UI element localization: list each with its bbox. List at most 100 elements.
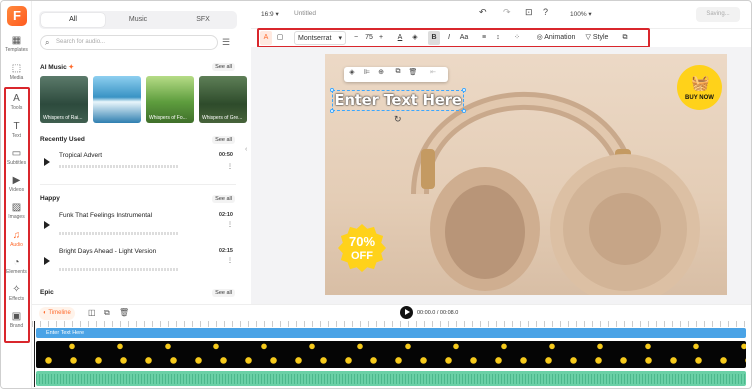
tools-icon: A	[13, 93, 20, 104]
resize-handle[interactable]	[330, 88, 334, 92]
rail-item-effects[interactable]: ✧ Effects	[2, 284, 31, 310]
see-all-recent[interactable]: See all	[212, 136, 235, 144]
delete-icon[interactable]: 🗑	[407, 68, 419, 76]
images-icon: ▨	[11, 202, 22, 213]
play-icon[interactable]	[44, 257, 50, 265]
font-size-value[interactable]: 75	[362, 31, 376, 45]
rail-item-label: Brand	[9, 323, 24, 329]
help-icon[interactable]: ?	[543, 7, 548, 17]
play-icon[interactable]	[44, 158, 50, 166]
effects-icon: ✧	[12, 284, 21, 295]
rail-item-videos[interactable]: ▶ Videos	[2, 175, 31, 201]
font-family-select[interactable]: Montserrat ▾	[294, 31, 346, 45]
layers-icon[interactable]: ◈	[346, 68, 358, 76]
rail-item-elements[interactable]: ◔ Elements	[2, 257, 31, 283]
ai-text-icon[interactable]: A	[260, 31, 272, 45]
timeline-bar: ◐ Timeline ◫ ⧉ 🗑	[32, 304, 751, 321]
ai-music-thumb[interactable]	[93, 76, 141, 123]
italic-button[interactable]: I	[443, 31, 455, 45]
lock-icon[interactable]: ⊕	[375, 68, 387, 76]
see-all-epic[interactable]: See all	[212, 289, 235, 297]
play-icon[interactable]	[44, 221, 50, 229]
tab-all[interactable]: All	[41, 13, 105, 27]
tab-music[interactable]: Music	[106, 13, 170, 27]
highlight-icon[interactable]: ◈	[409, 31, 421, 45]
aspect-ratio-select[interactable]: 16:9 ▾	[261, 10, 279, 18]
rail-item-label: Media	[9, 75, 24, 81]
rail-item-label: Videos	[8, 187, 25, 193]
see-all-ai-music[interactable]: See all	[212, 63, 235, 71]
resize-handle[interactable]	[462, 109, 466, 113]
ai-music-thumb[interactable]: Whispers of Gre...	[199, 76, 247, 123]
case-button[interactable]: Aa	[457, 31, 471, 45]
animation-button[interactable]: ◎ Animation	[535, 31, 577, 45]
rotate-icon[interactable]: ↻	[394, 114, 402, 125]
ai-music-thumb[interactable]: Whispers of Fo...	[146, 76, 194, 123]
saving-button[interactable]: Saving...	[696, 7, 740, 22]
comment-icon[interactable]: ▢	[274, 31, 286, 45]
spacing-icon[interactable]: ↕	[492, 31, 504, 45]
track-item[interactable]: Bright Days Ahead - Light Version 02:15 …	[40, 245, 236, 275]
sparkle-icon: ✦	[68, 64, 74, 71]
rail-item-subtitles[interactable]: ▭ Subtitles	[2, 148, 31, 174]
align-icon[interactable]: ≡	[478, 31, 490, 45]
rail-item-images[interactable]: ▨ Images	[2, 202, 31, 228]
discount-percent: 70%	[348, 234, 376, 249]
screenshot-icon[interactable]: ⊡	[525, 7, 533, 18]
zoom-select[interactable]: 100% ▾	[570, 10, 592, 18]
track-title: Funk That Feelings Instrumental	[59, 212, 153, 219]
rail-item-label: Audio	[10, 242, 23, 248]
playhead[interactable]	[34, 321, 35, 387]
track-item[interactable]: Funk That Feelings Instrumental 02:10 ⋮	[40, 209, 236, 239]
play-button[interactable]	[400, 306, 413, 319]
collapse-icon[interactable]: ⇤	[427, 68, 439, 76]
rail-item-label: Templates	[5, 47, 28, 53]
search-placeholder: Search for audio...	[56, 39, 106, 45]
rail-item-tools[interactable]: A Tools	[2, 93, 31, 119]
filter-icon[interactable]: ☰	[222, 37, 230, 48]
tab-sfx[interactable]: SFX	[171, 13, 235, 27]
see-all-happy[interactable]: See all	[212, 195, 235, 203]
video-track[interactable]	[36, 341, 746, 368]
templates-icon: ▦	[11, 35, 22, 46]
timeline-ruler[interactable]	[32, 321, 751, 327]
more-icon[interactable]: ⋮	[227, 257, 233, 264]
more-icon[interactable]: ⋮	[227, 221, 233, 228]
duplicate-icon[interactable]: ⧉	[392, 68, 404, 76]
project-title[interactable]: Untitled	[294, 10, 316, 17]
audio-waveform	[36, 374, 746, 384]
rail-item-brand[interactable]: ▣ Brand	[2, 311, 31, 337]
resize-handle[interactable]	[330, 109, 334, 113]
redo-icon[interactable]: ↷	[503, 7, 511, 18]
duplicate-icon[interactable]: ⧉	[104, 308, 110, 318]
align-left-icon[interactable]: ⊫	[361, 68, 373, 76]
rail-item-text[interactable]: T Text	[2, 121, 31, 147]
increase-size-button[interactable]: +	[377, 31, 385, 45]
discount-off-label: OFF	[351, 250, 373, 262]
text-color-icon[interactable]: A	[394, 31, 406, 45]
canvas-text-element[interactable]: Enter Text Here	[332, 90, 464, 111]
search-input[interactable]: ⌕ Search for audio...	[40, 35, 218, 50]
text-track[interactable]: Enter Text Here	[36, 328, 746, 338]
audio-track[interactable]	[36, 371, 746, 386]
app-window: F ▦ Templates ⬚ Media A Tools T Text ▭ Subtitles ▶…	[0, 0, 752, 389]
ai-music-thumb[interactable]: Whispers of Rai...	[40, 76, 88, 123]
rail-item-templates[interactable]: ▦ Templates	[2, 35, 31, 61]
decrease-size-button[interactable]: −	[352, 31, 360, 45]
bold-button[interactable]: B	[428, 31, 440, 45]
track-item[interactable]: Tropical Advert 00:50 ⋮	[40, 149, 236, 179]
more-icon[interactable]: ⋮	[227, 163, 233, 170]
rail-item-audio[interactable]: ♫ Audio	[2, 230, 31, 256]
resize-handle[interactable]	[462, 88, 466, 92]
track-duration: 02:10	[218, 212, 233, 218]
timeline-button[interactable]: ◐ Timeline	[39, 307, 75, 320]
split-icon[interactable]: ◫	[88, 308, 96, 317]
delete-icon[interactable]: 🗑	[119, 308, 129, 317]
track-duration: 02:15	[218, 248, 233, 254]
style-button[interactable]: ▽ Style	[583, 31, 611, 45]
effects-icon[interactable]: ⁘	[511, 31, 523, 45]
rail-item-media[interactable]: ⬚ Media	[2, 63, 31, 89]
undo-icon[interactable]: ↶	[479, 7, 487, 18]
waveform	[59, 165, 179, 168]
copy-style-icon[interactable]: ⧉	[619, 31, 631, 45]
